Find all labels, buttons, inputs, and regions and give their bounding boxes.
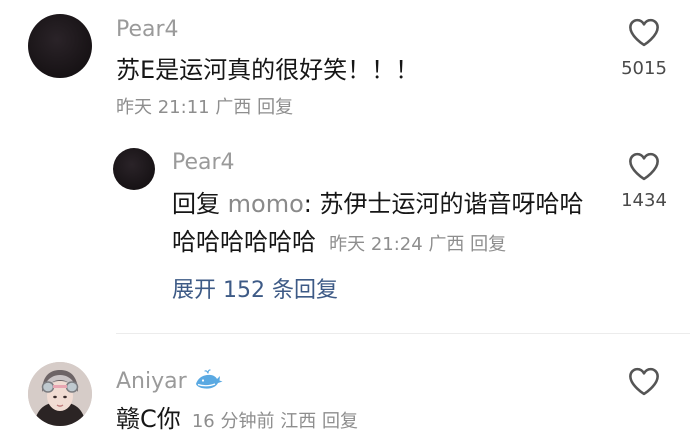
heart-outline-icon — [629, 18, 659, 47]
comment-thread: Pear4 苏E是运河真的很好笑！！！ 昨天 21:11 广西 回复 5015 … — [0, 0, 690, 436]
reply-text-line1: 回复 momo: 苏伊士运河的谐音呀哈哈 — [172, 192, 583, 216]
heart-outline-icon — [629, 152, 659, 181]
comment-age: 16 分钟前 — [191, 411, 275, 432]
comment-date: 昨天 — [116, 97, 152, 118]
comment-username[interactable]: Aniyar — [116, 369, 187, 394]
reply-date: 昨天 — [329, 234, 366, 255]
comment-meta: 昨天 21:11 广西 回复 — [116, 99, 293, 117]
comment-location: 广西 — [215, 97, 252, 118]
reply-button[interactable]: 回复 — [322, 411, 358, 432]
avatar[interactable] — [28, 362, 92, 426]
reply-target-username[interactable]: momo — [228, 190, 304, 218]
reply-text-continued: 哈哈哈哈哈哈 — [172, 228, 316, 256]
like-count: 1434 — [621, 190, 667, 211]
reply-time: 21:24 — [370, 234, 423, 255]
avatar[interactable] — [113, 148, 155, 190]
comment-username-row: Aniyar — [116, 368, 224, 396]
whale-icon — [194, 368, 224, 396]
avatar[interactable] — [28, 14, 92, 78]
reply-meta: 昨天 21:24 广西 回复 — [329, 234, 506, 255]
reply-prefix: 回复 — [172, 190, 220, 218]
comment-meta: 16 分钟前 江西 回复 — [192, 411, 358, 432]
comment-text: 赣C你 — [116, 405, 181, 433]
like-button[interactable] — [627, 366, 661, 396]
expand-replies-button[interactable]: 展开 152 条回复 — [172, 280, 338, 302]
comment-username[interactable]: Pear4 — [116, 19, 179, 41]
comment-location: 江西 — [280, 411, 317, 432]
reply-button[interactable]: 回复 — [257, 97, 293, 118]
reply-username[interactable]: Pear4 — [172, 152, 235, 174]
comment-time: 21:11 — [157, 97, 210, 118]
like-button[interactable] — [627, 17, 661, 47]
comment-text: 苏E是运河真的很好笑！！！ — [116, 56, 420, 84]
comment-body-row: 赣C你 16 分钟前 江西 回复 — [116, 407, 358, 431]
reply-button[interactable]: 回复 — [470, 234, 506, 255]
reply-location: 广西 — [428, 234, 465, 255]
like-button[interactable] — [627, 151, 661, 181]
reply-text: : 苏伊士运河的谐音呀哈哈 — [303, 190, 584, 218]
like-count: 5015 — [621, 58, 667, 79]
divider — [116, 333, 690, 334]
heart-outline-icon — [629, 367, 659, 396]
reply-text-line2-row: 哈哈哈哈哈哈 昨天 21:24 广西 回复 — [172, 230, 506, 254]
avatar-portrait-icon — [28, 362, 92, 426]
